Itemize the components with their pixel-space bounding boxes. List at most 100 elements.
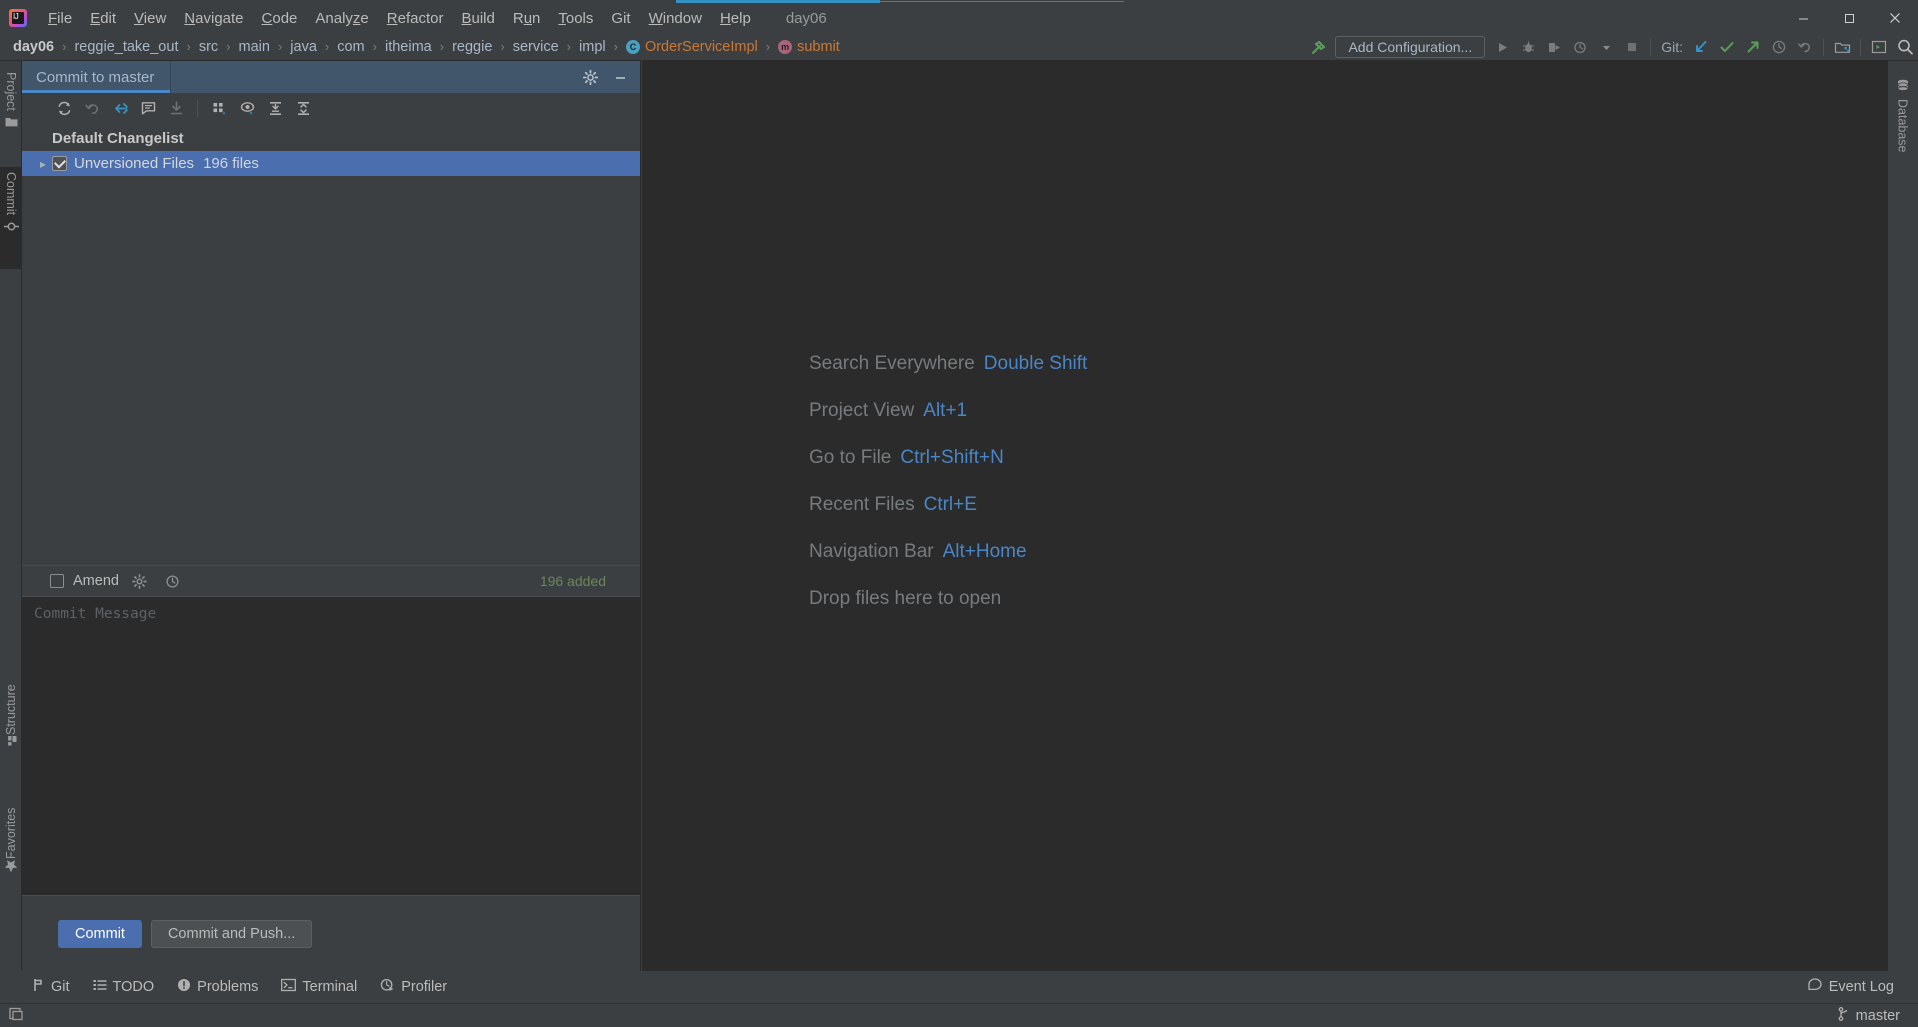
rollback-icon[interactable] — [1792, 34, 1818, 60]
show-diff-icon[interactable] — [136, 96, 160, 120]
run-icon[interactable] — [1489, 34, 1515, 60]
search-everywhere-icon[interactable] — [1892, 34, 1918, 60]
commit-message-input[interactable]: Commit Message — [22, 596, 640, 896]
event-log-button[interactable]: Event Log — [1798, 975, 1904, 999]
menu-item-run[interactable]: Run — [504, 7, 550, 30]
sidebar-item-favorites[interactable]: Favorites — [0, 761, 22, 883]
history-icon[interactable] — [1766, 34, 1792, 60]
status-tab-terminal[interactable]: Terminal — [271, 975, 367, 999]
status-tab-problems[interactable]: Problems — [167, 975, 268, 999]
breadcrumb-item-orderserviceimpl[interactable]: C OrderServiceImpl — [624, 38, 760, 56]
menu-item-help[interactable]: Help — [711, 7, 760, 30]
amend-checkbox[interactable] — [50, 574, 64, 588]
shelve-silently-icon[interactable] — [108, 96, 132, 120]
menu-item-navigate[interactable]: Navigate — [175, 7, 252, 30]
hint-shortcut: Ctrl+E — [923, 494, 977, 515]
chevron-right-icon[interactable]: ▸ — [34, 157, 52, 171]
menu-item-git[interactable]: Git — [602, 7, 639, 30]
toolbar-divider — [1860, 38, 1861, 56]
chevron-down-icon[interactable] — [1593, 34, 1619, 60]
hint-action: Project View — [809, 400, 915, 421]
menu-item-window[interactable]: Window — [640, 7, 711, 30]
close-window-button[interactable] — [1872, 3, 1918, 33]
table-row[interactable]: ▸ Unversioned Files 196 files — [22, 151, 640, 176]
expand-all-icon[interactable] — [263, 96, 287, 120]
preview-icon[interactable] — [235, 96, 259, 120]
breadcrumb-item-service[interactable]: service — [511, 38, 561, 56]
menu-item-code[interactable]: Code — [253, 7, 307, 30]
commit-and-push-button[interactable]: Commit and Push... — [150, 919, 313, 948]
changelist-checkbox[interactable] — [52, 156, 67, 171]
debug-icon[interactable] — [1515, 34, 1541, 60]
sidebar-item-commit[interactable]: Commit — [0, 167, 22, 269]
add-configuration-button[interactable]: Add Configuration... — [1335, 36, 1486, 58]
menu-bar: File Edit View Navigate Code Analyze Ref… — [0, 3, 1918, 33]
window-controls — [1780, 3, 1918, 33]
menu-item-file[interactable]: File — [39, 7, 81, 30]
tab-commit-to-master[interactable]: Commit to master — [22, 61, 171, 93]
changes-tree[interactable]: Default Changelist ▸ Unversioned Files 1… — [22, 123, 640, 565]
breadcrumb-item-reggie-take-out[interactable]: reggie_take_out — [72, 38, 180, 56]
settings-search-icon[interactable] — [1866, 34, 1892, 60]
hint-shortcut: Alt+1 — [923, 400, 968, 421]
breadcrumb-item-java[interactable]: java — [288, 38, 319, 56]
minimize-icon[interactable] — [608, 65, 632, 89]
breadcrumb-item-impl[interactable]: impl — [577, 38, 608, 56]
sidebar-item-structure[interactable]: Structure — [0, 639, 22, 757]
project-structure-icon[interactable] — [1829, 34, 1855, 60]
menu-item-refactor[interactable]: Refactor — [378, 7, 453, 30]
sidebar-item-database[interactable]: Database — [1887, 73, 1918, 183]
status-tab-todo[interactable]: TODO — [83, 975, 165, 999]
breadcrumb-item-reggie[interactable]: reggie — [450, 38, 494, 56]
history-icon[interactable] — [161, 569, 185, 593]
breadcrumb-item-itheima[interactable]: itheima — [383, 38, 434, 56]
collapse-all-icon[interactable] — [291, 96, 315, 120]
git-branch-icon — [32, 978, 45, 996]
menu-item-build[interactable]: Build — [452, 7, 503, 30]
menu-item-view[interactable]: View — [125, 7, 175, 30]
refresh-icon[interactable] — [52, 96, 76, 120]
breadcrumb-separator: › — [324, 39, 330, 54]
breadcrumb-item-com[interactable]: com — [335, 38, 366, 56]
hint-shortcut: Ctrl+Shift+N — [900, 447, 1004, 468]
maximize-window-button[interactable] — [1826, 3, 1872, 33]
navigation-bar: day06 › reggie_take_out › src › main › j… — [0, 33, 1918, 61]
hint-action: Search Everywhere — [809, 353, 975, 374]
status-tab-git[interactable]: Git — [22, 975, 80, 999]
breadcrumb-item-src[interactable]: src — [197, 38, 220, 56]
push-icon[interactable] — [1740, 34, 1766, 60]
menu-item-edit[interactable]: Edit — [81, 7, 125, 30]
rollback-icon[interactable] — [80, 96, 104, 120]
gear-icon[interactable] — [128, 569, 152, 593]
profiler-icon — [380, 978, 395, 996]
sidebar-item-label: Database — [1895, 99, 1910, 153]
sidebar-item-project[interactable]: Project — [0, 67, 22, 167]
minimize-window-button[interactable] — [1780, 3, 1826, 33]
event-log-icon — [1808, 978, 1823, 996]
commit-icon — [3, 220, 19, 233]
commit-button[interactable]: Commit — [58, 919, 142, 948]
breadcrumb-item-submit[interactable]: m submit — [776, 38, 842, 56]
stop-icon[interactable] — [1619, 34, 1645, 60]
breadcrumb-item-day06[interactable]: day06 — [11, 38, 56, 56]
hammer-icon[interactable] — [1305, 34, 1331, 60]
git-branch-indicator[interactable]: master — [1838, 1006, 1900, 1025]
breadcrumb-item-main[interactable]: main — [237, 38, 272, 56]
hint-navigation-bar: Navigation Bar Alt+Home — [809, 541, 1087, 563]
get-from-vcs-icon[interactable] — [164, 96, 188, 120]
gear-icon[interactable] — [578, 65, 602, 89]
commit-icon[interactable] — [1714, 34, 1740, 60]
menu-item-tools[interactable]: Tools — [549, 7, 602, 30]
changelist-title[interactable]: Default Changelist — [22, 126, 640, 151]
update-project-icon[interactable] — [1688, 34, 1714, 60]
editor-empty-area[interactable]: Search Everywhere Double Shift Project Vi… — [642, 61, 1887, 971]
breadcrumb-separator: › — [186, 39, 191, 54]
sidebar-item-label: Commit — [4, 172, 18, 216]
progress-bar-track — [880, 1, 1124, 2]
profile-icon[interactable] — [1567, 34, 1593, 60]
toggle-tool-window-icon[interactable] — [9, 1006, 26, 1026]
menu-item-analyze[interactable]: Analyze — [306, 7, 377, 30]
group-by-icon[interactable] — [207, 96, 231, 120]
run-with-coverage-icon[interactable] — [1541, 34, 1567, 60]
status-tab-profiler[interactable]: Profiler — [370, 975, 457, 999]
